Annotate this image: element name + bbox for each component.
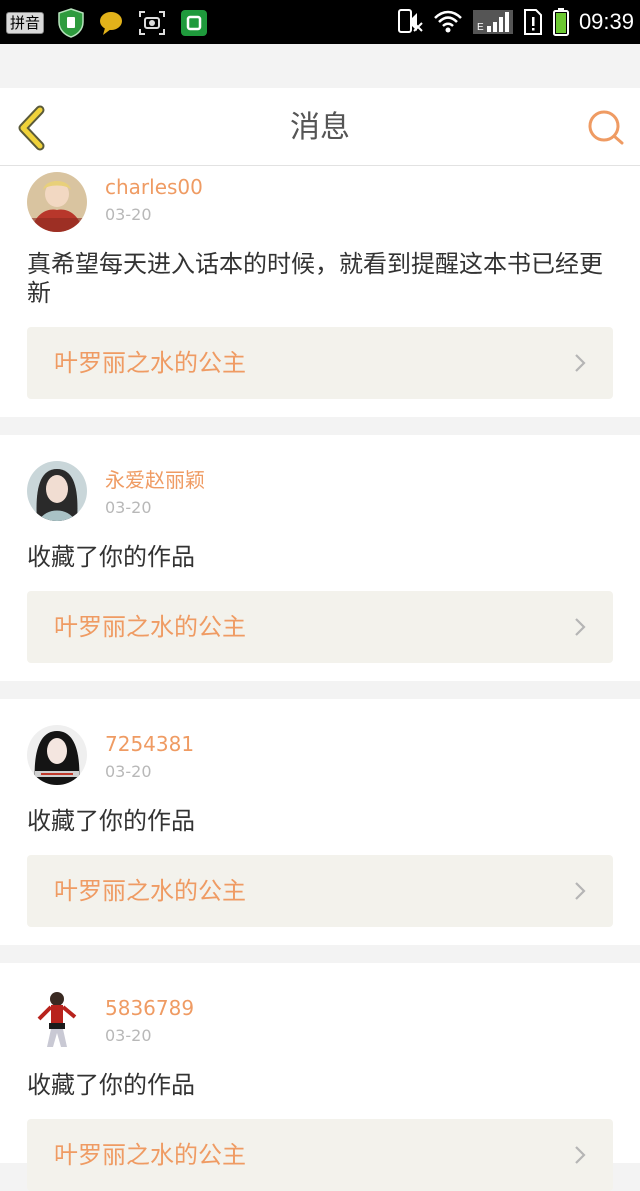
avatar[interactable]	[27, 989, 87, 1049]
screenshot-icon	[139, 11, 166, 35]
page-title: 消息	[290, 110, 350, 145]
username[interactable]: 5836789	[105, 996, 194, 1020]
work-link[interactable]: 叶罗丽之水的公主	[27, 855, 613, 927]
navigation-header: 消息	[0, 88, 640, 166]
divider	[0, 417, 640, 435]
message-text: 收藏了你的作品	[27, 543, 195, 571]
chevron-right-icon	[575, 354, 586, 372]
avatar-image	[27, 172, 87, 232]
message-date: 03-20	[105, 205, 152, 224]
clock: 09:39	[578, 9, 634, 34]
network-type-label: E	[477, 22, 484, 33]
avatar-image	[27, 461, 87, 521]
message-date: 03-20	[105, 498, 152, 517]
chevron-right-icon	[575, 618, 586, 636]
avatar-image	[27, 725, 87, 785]
app-icon	[181, 10, 208, 36]
message-card: 7254381 03-20 收藏了你的作品 叶罗丽之水的公主	[0, 699, 640, 945]
work-link[interactable]: 叶罗丽之水的公主	[27, 1119, 613, 1191]
work-title: 叶罗丽之水的公主	[54, 613, 246, 641]
divider	[0, 945, 640, 963]
status-bar-right: E 09:39	[397, 8, 634, 36]
battery-icon	[552, 8, 569, 36]
search-button[interactable]	[586, 108, 626, 148]
work-link[interactable]: 叶罗丽之水的公主	[27, 327, 613, 399]
work-title: 叶罗丽之水的公主	[54, 1141, 246, 1169]
divider	[0, 681, 640, 699]
chevron-right-icon	[575, 1146, 586, 1164]
chat-bubble-icon	[100, 12, 123, 35]
avatar[interactable]	[27, 172, 87, 232]
username[interactable]: 永爱赵丽颖	[105, 468, 205, 492]
message-card: 5836789 03-20 收藏了你的作品 叶罗丽之水的公主	[0, 963, 640, 1191]
shield-icon	[58, 8, 84, 38]
username[interactable]: charles00	[105, 175, 203, 199]
message-card: charles00 03-20 真希望每天进入话本的时候，就看到提醒这本书已经更…	[0, 166, 640, 417]
mute-icon	[397, 9, 423, 33]
chevron-right-icon	[575, 882, 586, 900]
avatar[interactable]	[27, 461, 87, 521]
status-bar-left: 拼音	[6, 8, 208, 38]
work-title: 叶罗丽之水的公主	[54, 877, 246, 905]
message-date: 03-20	[105, 1026, 152, 1045]
message-text: 收藏了你的作品	[27, 1071, 195, 1099]
message-card: 永爱赵丽颖 03-20 收藏了你的作品 叶罗丽之水的公主	[0, 435, 640, 681]
signal-icon: E	[472, 10, 513, 34]
search-icon	[588, 110, 624, 145]
top-spacer	[0, 44, 640, 88]
username[interactable]: 7254381	[105, 732, 194, 756]
message-text: 真希望每天进入话本的时候，就看到提醒这本书已经更新	[27, 250, 603, 307]
message-text: 收藏了你的作品	[27, 807, 195, 835]
sim-alert-icon	[523, 9, 542, 35]
ime-indicator: 拼音	[6, 12, 45, 34]
work-link[interactable]: 叶罗丽之水的公主	[27, 591, 613, 663]
message-feed: charles00 03-20 真希望每天进入话本的时候，就看到提醒这本书已经更…	[0, 166, 640, 1191]
work-title: 叶罗丽之水的公主	[54, 349, 246, 377]
message-date: 03-20	[105, 762, 152, 781]
wifi-icon	[434, 10, 462, 33]
avatar[interactable]	[27, 725, 87, 785]
avatar-image	[27, 989, 87, 1049]
status-bar: 拼音 E 09:39	[0, 0, 640, 44]
